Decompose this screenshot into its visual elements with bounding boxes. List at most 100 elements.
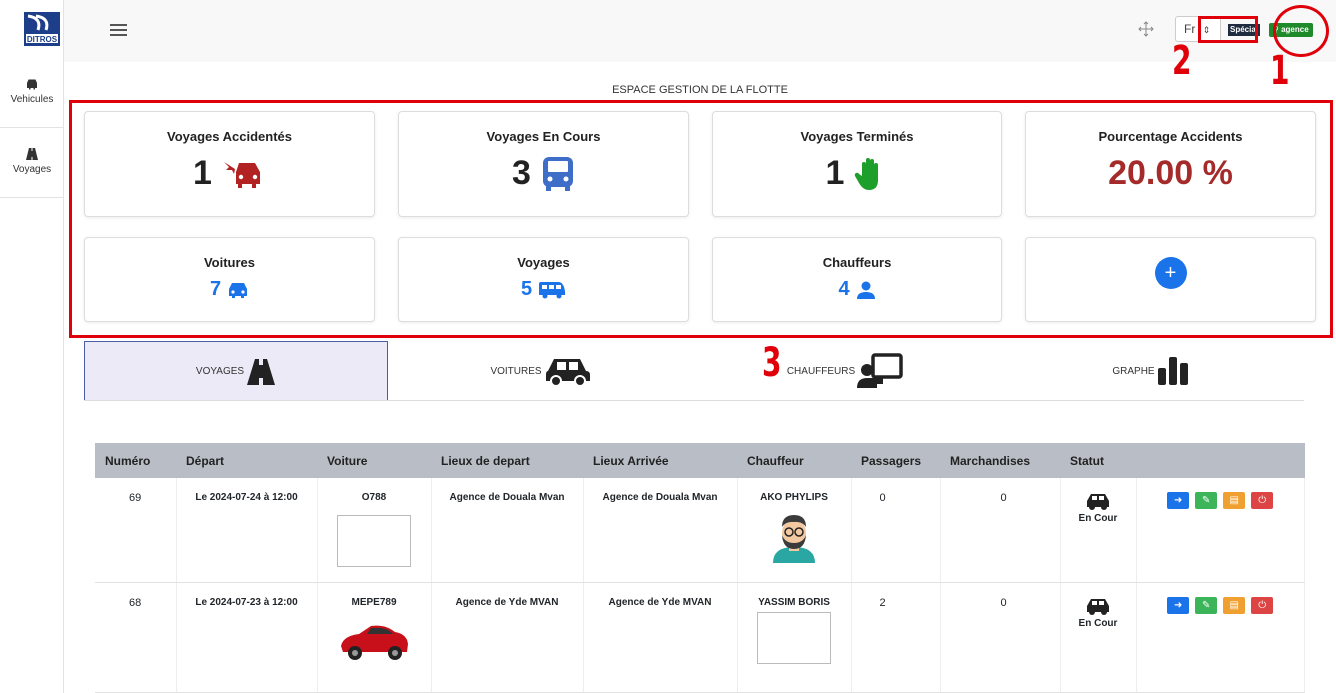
cell-actions: ➜ ✎ ▤ ⏻: [1136, 478, 1305, 583]
column-header[interactable]: Lieux Arrivée: [583, 443, 737, 478]
cell-lieu-depart: Agence de Douala Mvan: [431, 478, 584, 583]
card-value: 1: [825, 154, 845, 192]
tab-label: GRAPHE: [1112, 365, 1155, 377]
hamburger-menu-icon[interactable]: [110, 24, 127, 36]
cell-numero: 68: [95, 582, 177, 693]
card-value: 1: [193, 154, 212, 192]
tab-voyages[interactable]: VOYAGES: [84, 341, 388, 401]
card-voyages-en-cours[interactable]: Voyages En Cours 3: [398, 111, 689, 217]
card-value: 20.00 %: [1108, 154, 1233, 192]
chalkboard-teacher-icon: [857, 353, 903, 388]
pdf-button[interactable]: ▤: [1223, 596, 1246, 614]
driver-avatar: [773, 515, 815, 563]
driver-name: AKO PHYLIPS: [760, 492, 828, 503]
card-voyages[interactable]: Voyages 5: [398, 237, 689, 322]
cell-marchandises: 0: [940, 478, 1061, 583]
sidebar-item-voyages[interactable]: Voyages: [0, 134, 64, 198]
road-icon: [26, 148, 38, 160]
card-value: 7: [209, 278, 222, 300]
card-voitures[interactable]: Voitures 7: [84, 237, 375, 322]
card-pourcentage-accidents[interactable]: Pourcentage Accidents 20.00 %: [1025, 111, 1316, 217]
annotation-box-2: [1198, 16, 1258, 43]
table-row[interactable]: 69 Le 2024-07-24 à 12:00 O788 Agence de …: [95, 478, 1305, 583]
ditros-logo[interactable]: DITROS: [24, 12, 60, 46]
tab-voitures[interactable]: VOITURES: [389, 341, 693, 401]
view-button[interactable]: ➜: [1167, 492, 1190, 509]
edit-button[interactable]: ✎: [1195, 596, 1218, 614]
column-header[interactable]: Passagers: [851, 443, 940, 478]
voyages-table: Numéro Départ Voiture Lieux de depart Li…: [95, 443, 1305, 693]
sidebar-item-label: Voyages: [12, 164, 52, 175]
top-header: Fr ⇕ Spécial ⚲ agence: [64, 0, 1336, 62]
cell-marchandises: 0: [940, 582, 1061, 693]
tab-graphe[interactable]: GRAPHE: [999, 341, 1304, 401]
power-button[interactable]: ⏻: [1251, 492, 1274, 509]
card-title: Voyages Terminés: [800, 129, 914, 144]
car-plate: MEPE789: [351, 596, 397, 608]
cell-passagers: 2: [851, 582, 941, 693]
column-header[interactable]: Chauffeur: [737, 443, 851, 478]
column-header[interactable]: Lieux de depart: [431, 443, 583, 478]
cell-voiture: O788: [317, 478, 432, 583]
tab-label: VOYAGES: [195, 366, 245, 377]
tab-chauffeurs[interactable]: CHAUFFEURS: [694, 341, 998, 401]
edit-button[interactable]: ✎: [1195, 492, 1218, 509]
car-icon: [545, 359, 590, 387]
add-button[interactable]: +: [1154, 257, 1187, 289]
annotation-number-2: 2: [1172, 38, 1192, 84]
column-header[interactable]: Départ: [176, 443, 317, 478]
sidebar-item-vehicules[interactable]: Vehicules: [0, 64, 64, 128]
cell-chauffeur: AKO PHYLIPS: [737, 478, 852, 583]
card-voyages-accidentes[interactable]: Voyages Accidentés 1: [84, 111, 375, 217]
column-header[interactable]: Voiture: [317, 443, 431, 478]
car-crash-icon: [223, 161, 260, 188]
move-arrows-icon[interactable]: [1138, 21, 1154, 37]
pdf-button[interactable]: ▤: [1223, 492, 1246, 509]
road-icon: [247, 358, 276, 385]
card-value: 3: [512, 154, 531, 192]
driver-name: YASSIM BORIS: [758, 596, 830, 608]
sidebar-item-label: Vehicules: [10, 94, 54, 105]
cell-statut: En Cour: [1060, 478, 1137, 583]
cell-lieu-arrivee: Agence de Yde MVAN: [583, 582, 738, 693]
card-value: 5: [520, 278, 533, 300]
cell-lieu-arrivee: Agence de Douala Mvan: [583, 478, 738, 583]
cell-statut: En Cour: [1060, 582, 1137, 693]
car-icon: [1087, 598, 1109, 615]
status-text: En Cour: [1078, 617, 1118, 629]
tab-label: VOITURES: [490, 365, 542, 377]
cell-depart: Le 2024-07-24 à 12:00: [176, 478, 318, 583]
column-header[interactable]: Numéro: [95, 443, 176, 478]
tab-label: CHAUFFEURS: [786, 365, 856, 377]
card-voyages-termines[interactable]: Voyages Terminés 1: [712, 111, 1002, 217]
cell-actions: ➜ ✎ ▤ ⏻: [1136, 582, 1305, 693]
cell-chauffeur: YASSIM BORIS: [737, 582, 852, 693]
card-title: Chauffeurs: [822, 255, 892, 270]
column-header[interactable]: Statut: [1060, 443, 1136, 478]
card-title: Voyages En Cours: [486, 129, 601, 144]
cell-numero: 69: [95, 478, 177, 583]
driver-image-broken: [757, 611, 831, 664]
status-text: En Cour: [1078, 513, 1118, 524]
card-title: Pourcentage Accidents: [1098, 129, 1243, 144]
column-header: [1136, 443, 1305, 478]
cell-lieu-depart: Agence de Yde MVAN: [431, 582, 584, 693]
car-image-broken: [337, 515, 411, 567]
tabs-divider: [84, 400, 1304, 401]
column-header[interactable]: Marchandises: [940, 443, 1060, 478]
card-value: 4: [838, 278, 850, 300]
card-chauffeurs[interactable]: Chauffeurs 4: [712, 237, 1002, 322]
driver-icon: [856, 281, 875, 299]
car-icon: [229, 282, 248, 298]
car-image: [341, 625, 408, 660]
view-button[interactable]: ➜: [1167, 596, 1190, 614]
card-add[interactable]: +: [1025, 237, 1316, 322]
bus-icon: [542, 156, 573, 191]
sidebar: DITROS Vehicules Voyages: [0, 0, 64, 693]
car-plate: O788: [361, 492, 387, 503]
svg-text:DITROS: DITROS: [27, 35, 58, 44]
table-row[interactable]: 68 Le 2024-07-23 à 12:00 MEPE789 Agence …: [95, 582, 1305, 693]
van-icon: [539, 281, 566, 298]
power-button[interactable]: ⏻: [1251, 596, 1274, 614]
cell-depart: Le 2024-07-23 à 12:00: [176, 582, 318, 693]
